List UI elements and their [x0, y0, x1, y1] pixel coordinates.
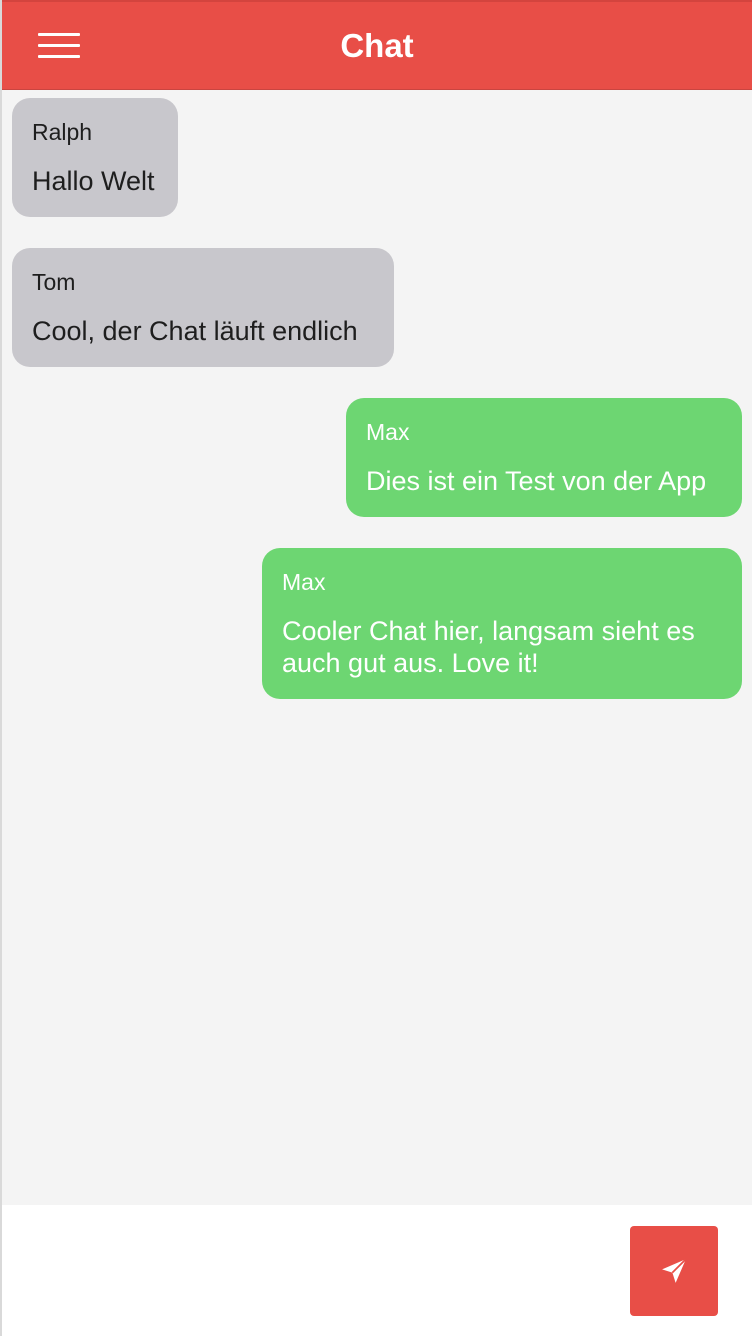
message-text: Cool, der Chat läuft endlich [32, 316, 358, 346]
message-sender: Max [366, 419, 410, 445]
app-header: Chat [2, 0, 752, 90]
message-composer [2, 1205, 752, 1336]
message-bubble-outgoing: Max Cooler Chat hier, langsam sieht es a… [262, 548, 742, 699]
message-text: Hallo Welt [32, 166, 155, 196]
page-title: Chat [340, 27, 414, 64]
message-sender: Tom [32, 269, 76, 295]
message-list: Ralph Hallo Welt Tom Cool, der Chat läuf… [2, 90, 752, 1205]
chat-app: Chat Ralph Hallo Welt Tom Cool, der Chat… [0, 0, 752, 1336]
message-bubble-outgoing: Max Dies ist ein Test von der App [346, 398, 742, 517]
message-input[interactable] [16, 1225, 616, 1317]
message-text: Cooler Chat hier, langsam sieht es auch … [282, 616, 695, 678]
message-sender: Ralph [32, 119, 93, 145]
send-paper-plane-icon [662, 1258, 687, 1283]
message-bubble-incoming: Tom Cool, der Chat läuft endlich [12, 248, 394, 367]
message-bubble-incoming: Ralph Hallo Welt [12, 98, 178, 217]
message-text: Dies ist ein Test von der App [366, 466, 707, 496]
message-sender: Max [282, 569, 326, 595]
send-button[interactable] [630, 1226, 718, 1316]
